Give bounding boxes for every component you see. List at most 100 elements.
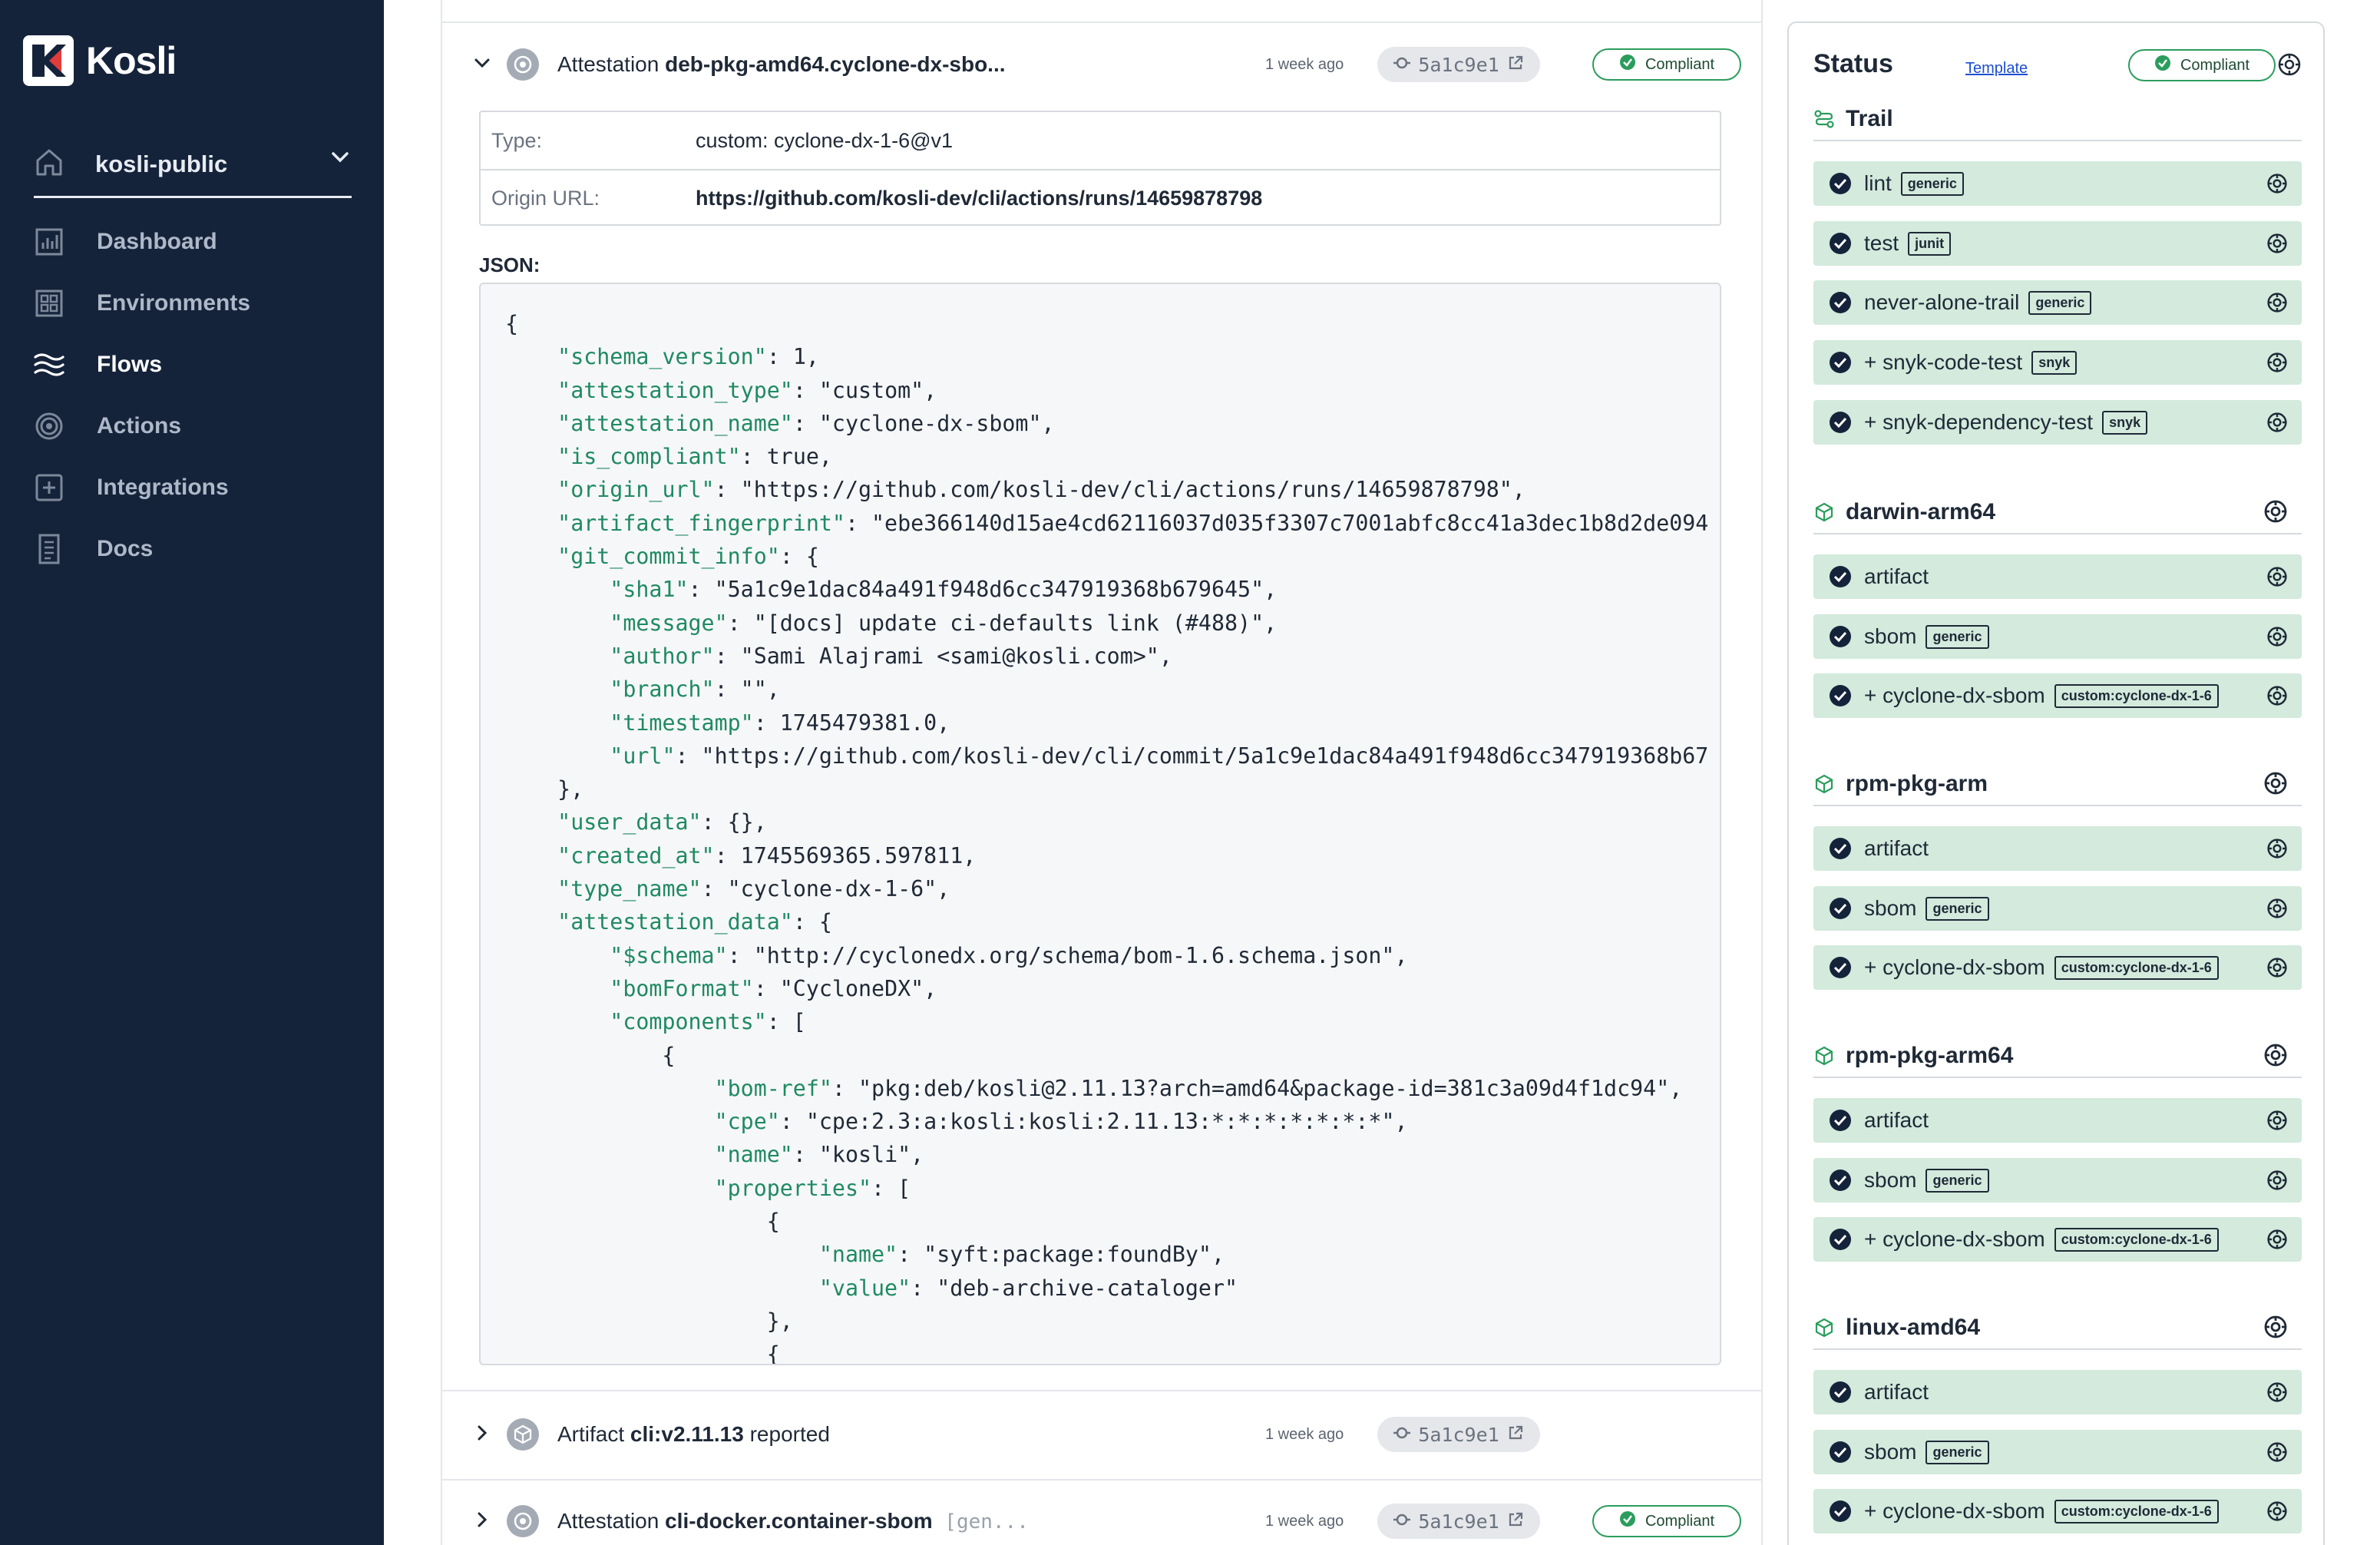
settings-gear-icon[interactable] — [2263, 499, 2288, 528]
commit-icon — [1393, 54, 1411, 76]
chevron-down-icon[interactable] — [471, 52, 493, 78]
nav-item-environments[interactable]: Environments — [34, 273, 352, 334]
check-circle-icon — [1827, 230, 1853, 256]
home-icon — [34, 147, 64, 181]
commit-icon — [1393, 1424, 1411, 1446]
attestation-row-expanded[interactable]: Attestation deb-pkg-amd64.cyclone-dx-sbo… — [442, 22, 1761, 108]
step-settings-icon[interactable] — [2266, 898, 2288, 923]
step-sbom[interactable]: sbom generic — [1813, 886, 2302, 931]
check-circle-icon — [2154, 55, 2171, 76]
chevron-right-icon[interactable] — [471, 1422, 493, 1447]
type-value: custom: cyclone-dx-1-6@v1 — [696, 128, 954, 152]
org-selector[interactable]: kosli-public — [34, 132, 352, 198]
step-settings-icon[interactable] — [2266, 1381, 2288, 1407]
step-settings-icon[interactable] — [2266, 838, 2288, 863]
step-settings-icon[interactable] — [2266, 173, 2288, 198]
origin-url-link[interactable]: https://github.com/kosli-dev/cli/actions… — [696, 187, 1262, 210]
step-cyclone-dx-sbom[interactable]: + cyclone-dx-sbom custom:cyclone-dx-1-6 — [1813, 1489, 2302, 1533]
step-settings-icon[interactable] — [2266, 1170, 2288, 1195]
nav-item-dashboard[interactable]: Dashboard — [34, 211, 352, 273]
step-name: + cyclone-dx-sbom — [1864, 1499, 2045, 1523]
step-artifact[interactable]: artifact — [1813, 1370, 2302, 1414]
nav-item-integrations[interactable]: Integrations — [34, 457, 352, 518]
step-settings-icon[interactable] — [2266, 233, 2288, 258]
nav-item-docs[interactable]: Docs — [34, 518, 352, 580]
step-type-tag: custom:cyclone-dx-1-6 — [2054, 1499, 2219, 1523]
artifact-title: Artifact cli:v2.11.13 reported — [557, 1422, 830, 1447]
artifact-prefix: Artifact — [557, 1422, 625, 1446]
step-snyk-dependency-test[interactable]: + snyk-dependency-test snyk — [1813, 400, 2302, 445]
step-settings-icon[interactable] — [2266, 1229, 2288, 1254]
commit-link[interactable]: 5a1c9e1 — [1377, 1504, 1540, 1539]
step-cyclone-dx-sbom[interactable]: + cyclone-dx-sbom custom:cyclone-dx-1-6 — [1813, 1217, 2302, 1262]
attestation-row[interactable]: Attestation cli-docker.container-sbom [g… — [442, 1480, 1761, 1545]
nav-item-flows[interactable]: Flows — [34, 334, 352, 395]
step-settings-icon[interactable] — [2266, 1441, 2288, 1467]
time-ago: 1 week ago — [1265, 1425, 1344, 1443]
check-circle-icon — [1827, 1439, 1853, 1465]
json-content: { "schema_version": 1, "attestation_type… — [505, 311, 1709, 1365]
artifact-suffix: reported — [743, 1422, 830, 1446]
step-artifact[interactable]: artifact — [1813, 554, 2302, 599]
step-name: + cyclone-dx-sbom — [1864, 955, 2045, 979]
main-nav: Dashboard Environments Flows Actions Int… — [34, 211, 352, 580]
step-type-tag: generic — [1925, 1168, 1989, 1193]
group-name: Trail — [1846, 106, 1893, 131]
chevron-right-icon[interactable] — [471, 1509, 493, 1534]
chevron-down-icon[interactable] — [329, 146, 352, 173]
step-lint[interactable]: lint generic — [1813, 161, 2302, 206]
check-circle-icon — [1827, 289, 1853, 316]
compliant-label: Compliant — [1645, 1512, 1715, 1530]
compliant-badge: Compliant — [1592, 1505, 1741, 1537]
step-settings-icon[interactable] — [2266, 1110, 2288, 1135]
settings-gear-icon[interactable] — [2263, 771, 2288, 799]
step-settings-icon[interactable] — [2266, 352, 2288, 377]
step-snyk-code-test[interactable]: + snyk-code-test snyk — [1813, 340, 2302, 385]
settings-gear-icon[interactable] — [2277, 52, 2302, 81]
step-settings-icon[interactable] — [2266, 412, 2288, 437]
step-artifact[interactable]: artifact — [1813, 826, 2302, 871]
step-type-tag: custom:cyclone-dx-1-6 — [2054, 1227, 2219, 1252]
commit-link[interactable]: 5a1c9e1 — [1377, 47, 1540, 82]
settings-gear-icon[interactable] — [2263, 1043, 2288, 1071]
step-name: sbom — [1864, 1440, 1917, 1464]
step-type-tag: snyk — [2031, 350, 2078, 375]
step-settings-icon[interactable] — [2266, 626, 2288, 651]
step-name: artifact — [1864, 1108, 1929, 1132]
step-settings-icon[interactable] — [2266, 566, 2288, 591]
external-link-icon — [1507, 1424, 1524, 1446]
step-never-alone-trail[interactable]: never-alone-trail generic — [1813, 280, 2302, 325]
json-viewer[interactable]: { "schema_version": 1, "attestation_type… — [479, 283, 1721, 1365]
check-circle-icon — [1827, 835, 1853, 862]
time-ago: 1 week ago — [1265, 55, 1344, 73]
step-settings-icon[interactable] — [2266, 685, 2288, 710]
step-settings-icon[interactable] — [2266, 1500, 2288, 1526]
step-cyclone-dx-sbom[interactable]: + cyclone-dx-sbom custom:cyclone-dx-1-6 — [1813, 945, 2302, 990]
template-link[interactable]: Template — [1965, 60, 2028, 78]
step-type-tag: junit — [1908, 231, 1952, 256]
artifact-row[interactable]: Artifact cli:v2.11.13 reported 1 week ag… — [442, 1391, 1761, 1477]
nav-item-actions[interactable]: Actions — [34, 395, 352, 457]
step-name: sbom — [1864, 624, 1917, 648]
check-circle-icon — [1619, 1510, 1636, 1532]
kosli-logo-text: Kosli — [86, 39, 177, 82]
settings-gear-icon[interactable] — [2263, 1315, 2288, 1343]
commit-sha: 5a1c9e1 — [1418, 1510, 1499, 1533]
step-settings-icon[interactable] — [2266, 292, 2288, 317]
kosli-logo[interactable]: Kosli — [23, 35, 177, 86]
check-circle-icon — [1827, 1498, 1853, 1524]
flows-icon — [34, 349, 64, 380]
step-sbom[interactable]: sbom generic — [1813, 614, 2302, 659]
docs-icon — [34, 534, 64, 564]
step-test[interactable]: test junit — [1813, 221, 2302, 266]
group-darwin-arm64: darwin-arm64 — [1813, 491, 2302, 534]
step-sbom[interactable]: sbom generic — [1813, 1158, 2302, 1203]
check-circle-icon — [1827, 954, 1853, 981]
artifact-icon — [507, 1418, 539, 1451]
commit-link[interactable]: 5a1c9e1 — [1377, 1417, 1540, 1452]
type-label: Type: — [491, 128, 543, 152]
step-settings-icon[interactable] — [2266, 957, 2288, 982]
step-sbom[interactable]: sbom generic — [1813, 1430, 2302, 1474]
step-artifact[interactable]: artifact — [1813, 1098, 2302, 1143]
step-cyclone-dx-sbom[interactable]: + cyclone-dx-sbom custom:cyclone-dx-1-6 — [1813, 673, 2302, 718]
